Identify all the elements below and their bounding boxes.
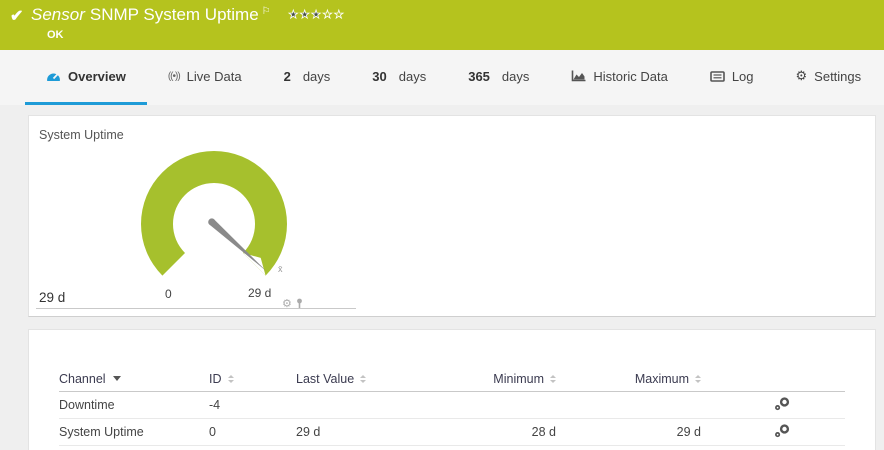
table-row-downtime: Downtime -4 [59, 392, 845, 419]
column-header-minimum[interactable]: Minimum [486, 372, 556, 386]
priority-stars-empty[interactable]: ★★ [322, 9, 345, 22]
tab-log[interactable]: Log [689, 50, 775, 105]
gauge-panel: System Uptime x̄ 29 d 0 29 d ⚙ [28, 115, 876, 317]
status-check-icon: ✔ [10, 8, 24, 25]
average-marker: x̄ [278, 264, 283, 274]
tab-30-days[interactable]: 30 days [351, 50, 447, 105]
tab-settings[interactable]: ⚙ Settings [775, 50, 883, 105]
page-title: SNMP System Uptime [89, 5, 259, 24]
sort-icon [695, 374, 701, 383]
channel-settings-gears-icon[interactable] [774, 396, 791, 414]
column-label: Maximum [634, 371, 689, 386]
uptime-gauge [141, 150, 287, 276]
channel-maximum: 29 d [676, 425, 701, 439]
column-label: Last Value [296, 371, 355, 386]
column-label: Minimum [493, 371, 544, 386]
tab-label: Live Data [186, 68, 242, 84]
content-area: System Uptime x̄ 29 d 0 29 d ⚙ Channel I… [0, 105, 884, 450]
page-title-row: Sensor SNMP System Uptime ⚐ ★★★★★ [31, 5, 345, 25]
gauge-scale-max: 29 d [248, 286, 272, 300]
table-row-system-uptime: System Uptime 0 29 d 28 d 29 d [59, 419, 845, 446]
status-badge: OK [47, 29, 64, 41]
column-header-id[interactable]: ID [209, 372, 296, 386]
tab-label: Overview [68, 68, 126, 84]
sort-icon [227, 374, 234, 383]
flag-icon[interactable]: ⚐ [262, 6, 271, 17]
tab-2-days[interactable]: 2 days [263, 50, 352, 105]
tab-historic-data[interactable]: Historic Data [550, 50, 688, 105]
sort-descending-icon [112, 376, 121, 381]
channel-id: 0 [209, 425, 216, 439]
sensor-header: ✔ Sensor SNMP System Uptime ⚐ ★★★★★ OK [0, 0, 884, 50]
column-label: Channel [59, 371, 106, 386]
tab-label: days [398, 68, 427, 84]
area-chart-icon [571, 70, 586, 82]
table-header-row: Channel ID Last Value Minimum Maximum [59, 366, 845, 392]
column-label: ID [209, 371, 222, 386]
gauge-arc [141, 150, 287, 276]
pin-icon[interactable] [295, 298, 304, 309]
tab-bar: Overview ((•)) Live Data 2 days 30 days … [0, 50, 884, 105]
channel-name[interactable]: Downtime [59, 398, 209, 412]
gauge-title: System Uptime [39, 128, 124, 142]
sensor-page: ✔ Sensor SNMP System Uptime ⚐ ★★★★★ OK Ove… [0, 0, 884, 450]
gauge-icon [46, 70, 61, 83]
channel-underline [36, 308, 356, 309]
tab-live-data[interactable]: ((•)) Live Data [147, 50, 263, 105]
channel-id: -4 [209, 398, 221, 412]
gauge-current-value: 29 d [39, 290, 66, 305]
sensor-kind-label: Sensor [31, 5, 85, 24]
broadcast-icon: ((•)) [167, 70, 181, 82]
tab-label: days [501, 68, 530, 84]
priority-stars[interactable]: ★★★★★ [288, 9, 345, 22]
tab-label: days [302, 68, 331, 84]
channel-last-value: 29 d [296, 425, 321, 439]
tab-label: Log [731, 68, 754, 84]
tab-label: Settings [814, 68, 862, 84]
tab-number: 365 [468, 68, 490, 84]
tab-number: 2 [283, 68, 291, 84]
channels-panel: Channel ID Last Value Minimum Maximum Do… [28, 329, 876, 450]
log-icon [710, 70, 725, 82]
gear-icon[interactable]: ⚙ [282, 297, 292, 310]
gauge-hover-controls: ⚙ [282, 297, 304, 310]
tab-number: 30 [372, 68, 387, 84]
tab-label: Historic Data [593, 68, 668, 84]
column-header-maximum[interactable]: Maximum [556, 372, 701, 386]
gear-icon: ⚙ [795, 68, 808, 83]
channel-minimum: 28 d [531, 425, 556, 439]
priority-stars-filled[interactable]: ★★★ [288, 9, 322, 22]
tab-overview[interactable]: Overview [25, 50, 147, 105]
channel-settings-gears-icon[interactable] [774, 423, 791, 441]
column-header-channel[interactable]: Channel [59, 372, 209, 386]
sort-icon [360, 374, 367, 383]
gauge-scale-min: 0 [165, 287, 172, 301]
tab-365-days[interactable]: 365 days [447, 50, 550, 105]
column-header-last-value[interactable]: Last Value [296, 372, 486, 386]
channel-name[interactable]: System Uptime [59, 425, 209, 439]
